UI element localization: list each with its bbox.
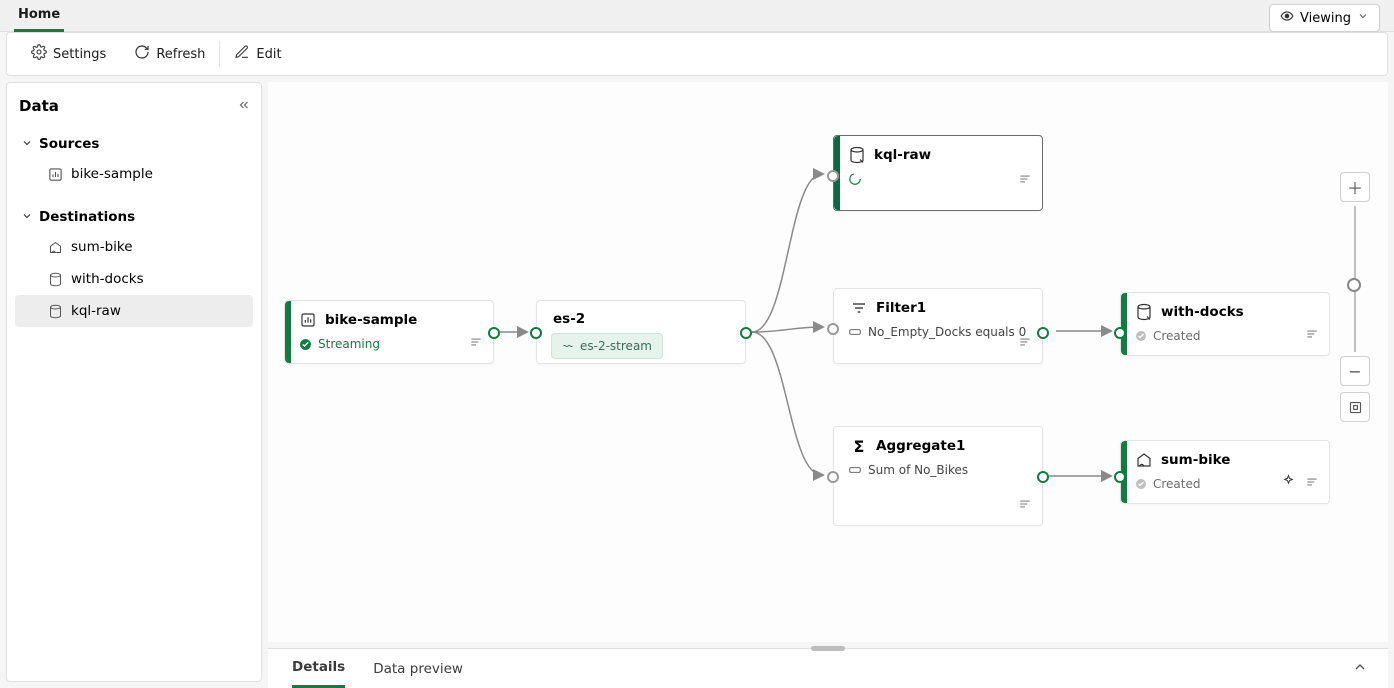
menu-icon[interactable] — [1305, 475, 1319, 493]
node-with-docks[interactable]: with-docks Created — [1120, 292, 1330, 356]
zoom-in-button[interactable]: ＋ — [1340, 172, 1370, 202]
input-port[interactable] — [530, 327, 542, 339]
flow-canvas[interactable]: bike-sample Streaming es-2 — [268, 82, 1388, 642]
node-bike-sample[interactable]: bike-sample Streaming — [284, 300, 494, 364]
sigma-icon: Σ — [850, 437, 868, 455]
sidebar-item-kql-raw[interactable]: kql-raw — [15, 295, 253, 327]
zoom-out-button[interactable]: − — [1340, 356, 1370, 386]
eye-icon — [1280, 9, 1294, 27]
menu-icon[interactable] — [1018, 335, 1032, 353]
output-port[interactable] — [1037, 471, 1049, 483]
mode-label: Viewing — [1300, 11, 1351, 26]
node-es-2[interactable]: es-2 es-2-stream — [536, 300, 746, 364]
expand-panel-button[interactable] — [1352, 659, 1368, 679]
chevron-down-icon — [21, 134, 33, 153]
edit-icon — [234, 44, 250, 64]
sidebar-item-with-docks[interactable]: with-docks — [15, 263, 253, 295]
refresh-button[interactable]: Refresh — [120, 38, 219, 70]
mode-dropdown[interactable]: Viewing — [1269, 4, 1380, 32]
toolbar: Settings Refresh Edit — [6, 32, 1388, 76]
database-icon — [848, 146, 866, 164]
node-kql-raw[interactable]: kql-raw — [833, 135, 1043, 211]
tab-home[interactable]: Home — [14, 0, 64, 32]
settings-button[interactable]: Settings — [17, 38, 120, 70]
check-circle-icon — [1135, 330, 1147, 342]
field-icon — [848, 325, 862, 339]
database-icon — [1135, 303, 1153, 321]
lakehouse-icon — [47, 239, 63, 255]
edit-button[interactable]: Edit — [220, 38, 295, 70]
sidebar-item-bike-sample[interactable]: bike-sample — [15, 158, 253, 190]
zoom-controls: ＋ − — [1340, 172, 1370, 422]
database-icon — [47, 303, 63, 319]
destinations-section-header[interactable]: Destinations — [15, 202, 253, 231]
zoom-slider[interactable] — [1354, 206, 1356, 352]
input-port[interactable] — [1114, 327, 1126, 339]
check-circle-icon — [1135, 478, 1147, 490]
data-panel: Data Sources bike-sample — [6, 82, 262, 682]
menu-icon[interactable] — [1305, 327, 1319, 345]
sidebar-item-sum-bike[interactable]: sum-bike — [15, 231, 253, 263]
chart-icon — [47, 166, 63, 182]
field-icon — [848, 463, 862, 477]
resize-handle[interactable] — [811, 646, 845, 651]
input-port[interactable] — [827, 323, 839, 335]
sparkle-icon — [1282, 472, 1295, 491]
menu-icon[interactable] — [1018, 172, 1032, 190]
collapse-panel-button[interactable] — [237, 97, 251, 116]
input-port[interactable] — [827, 471, 839, 483]
fit-to-screen-button[interactable] — [1340, 392, 1370, 422]
flow-icon — [562, 340, 574, 352]
tab-details[interactable]: Details — [292, 649, 345, 688]
node-filter1[interactable]: Filter1 No_Empty_Docks equals 0 — [833, 288, 1043, 364]
output-port[interactable] — [1037, 327, 1049, 339]
stream-pill: es-2-stream — [551, 333, 663, 359]
output-port[interactable] — [488, 327, 500, 339]
chart-icon — [299, 311, 317, 329]
menu-icon[interactable] — [1018, 497, 1032, 515]
tab-data-preview[interactable]: Data preview — [373, 651, 463, 687]
chevron-down-icon — [21, 207, 33, 226]
chevron-down-icon — [1357, 10, 1369, 26]
node-aggregate1[interactable]: Σ Aggregate1 Sum of No_Bikes — [833, 426, 1043, 526]
node-sum-bike[interactable]: sum-bike Created — [1120, 440, 1330, 504]
input-port[interactable] — [1114, 471, 1126, 483]
gear-icon — [31, 44, 47, 64]
zoom-thumb[interactable] — [1347, 278, 1361, 292]
node-accent — [285, 301, 291, 363]
database-icon — [47, 271, 63, 287]
canvas-area: bike-sample Streaming es-2 — [268, 76, 1394, 688]
lakehouse-icon — [1135, 451, 1153, 469]
sources-section-header[interactable]: Sources — [15, 129, 253, 158]
bottom-tab-bar: Details Data preview — [268, 648, 1388, 688]
node-accent — [1121, 293, 1127, 355]
panel-title: Data — [15, 97, 253, 115]
input-port[interactable] — [827, 170, 839, 182]
menu-icon[interactable] — [469, 335, 483, 353]
loading-icon — [848, 172, 862, 186]
top-tab-bar: Home Viewing — [0, 0, 1394, 32]
check-circle-icon — [299, 338, 312, 351]
filter-icon — [850, 299, 868, 317]
refresh-icon — [134, 44, 150, 64]
output-port[interactable] — [740, 327, 752, 339]
